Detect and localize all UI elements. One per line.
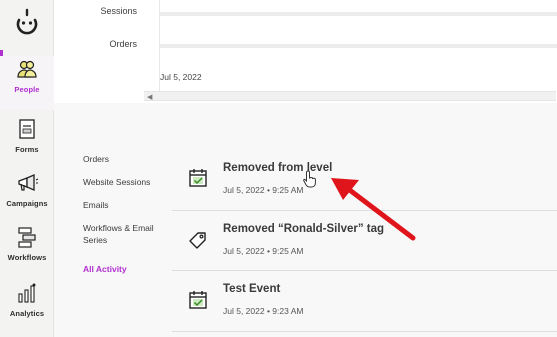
nav-label-forms: Forms (15, 145, 39, 154)
activity-timestamp: Jul 5, 2022 • 9:25 AM (223, 246, 304, 256)
nav-label-analytics: Analytics (9, 309, 45, 318)
nav-item-analytics[interactable]: Analytics (0, 280, 54, 334)
filter-workflows-email-series[interactable]: Workflows & Email Series (83, 222, 167, 246)
activity-title: Test Event (223, 283, 281, 295)
people-icon (14, 56, 40, 82)
horizontal-scrollbar[interactable]: ◀ (144, 91, 556, 101)
dropdown-item-sessions[interactable]: Sessions (100, 6, 137, 16)
activity-timestamp: Jul 5, 2022 • 9:23 AM (223, 306, 304, 316)
hand-pointer-icon (303, 170, 316, 188)
divider-line (160, 12, 557, 16)
annotation-arrow-icon (331, 178, 416, 241)
drip-logo-icon[interactable] (14, 8, 40, 36)
nav-label-campaigns: Campaigns (6, 199, 48, 208)
top-content-area (160, 0, 557, 103)
filter-all-activity[interactable]: All Activity (83, 263, 127, 275)
filter-dropdown: Sessions Orders (54, 0, 160, 100)
nav-item-workflows[interactable]: Workflows (0, 224, 54, 278)
dropdown-item-orders[interactable]: Orders (109, 39, 137, 49)
divider-line (160, 44, 557, 48)
analytics-icon (14, 280, 40, 306)
calendar-check-icon (187, 289, 209, 311)
row-divider (172, 331, 557, 332)
filter-emails[interactable]: Emails (83, 199, 109, 211)
megaphone-icon (14, 170, 40, 196)
activity-timestamp: Jul 5, 2022 • 9:25 AM (223, 185, 304, 195)
activity-item[interactable]: Test Event Jul 5, 2022 • 9:23 AM (172, 271, 557, 335)
workflows-icon (14, 224, 40, 250)
nav-label-people: People (14, 85, 40, 94)
filter-website-sessions[interactable]: Website Sessions (83, 176, 150, 188)
top-date-label: Jul 5, 2022 (160, 72, 202, 82)
nav-item-people[interactable]: People (0, 56, 54, 110)
filter-orders[interactable]: Orders (83, 153, 109, 165)
nav-item-forms[interactable]: Forms (0, 116, 54, 170)
forms-icon (14, 116, 40, 142)
left-navigation: People Forms Campaigns Workflows Analyti… (0, 0, 54, 337)
calendar-check-icon (187, 167, 209, 189)
tag-icon (187, 229, 209, 251)
scroll-left-icon[interactable]: ◀ (147, 93, 152, 101)
nav-item-campaigns[interactable]: Campaigns (0, 170, 54, 224)
nav-label-workflows: Workflows (7, 253, 47, 262)
